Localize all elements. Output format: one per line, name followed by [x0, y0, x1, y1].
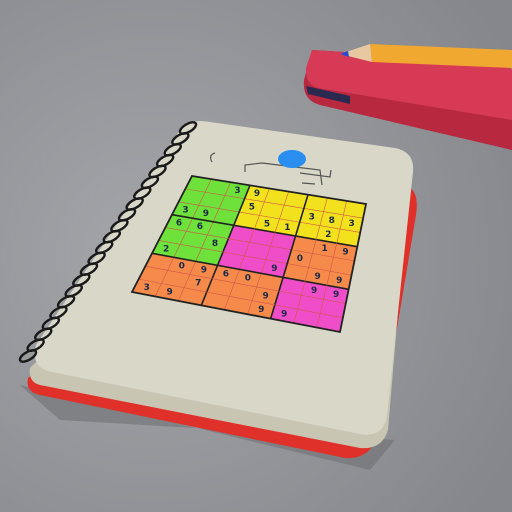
sudoku-digit: 6	[223, 270, 229, 280]
sudoku-digit: 8	[212, 239, 218, 249]
sudoku-digit: 1	[322, 244, 328, 254]
sudoku-digit: 9	[254, 189, 260, 199]
sudoku-digit: 9	[167, 288, 173, 298]
sudoku-digit: 9	[201, 265, 207, 275]
doodle-blue-head	[278, 150, 306, 168]
sudoku-digit: 9	[203, 209, 209, 219]
notebook-scene: 3 958 333 95 126 61 980299 90 9 6 09 9793 99 9	[0, 0, 512, 512]
sudoku-digit: 3	[309, 213, 315, 223]
sudoku-digit: 5	[264, 219, 270, 229]
sudoku-digit: 9	[333, 290, 339, 300]
sudoku-digit: 5	[249, 203, 255, 213]
sudoku-digit: 9	[281, 309, 287, 319]
sudoku-digit: 3	[182, 205, 188, 215]
sudoku-digit: 3	[234, 186, 240, 196]
sudoku-digit: 9	[336, 276, 342, 286]
sudoku-digit: 9	[342, 247, 348, 257]
sudoku-digit: 9	[311, 286, 317, 296]
sudoku-digit: 6	[197, 222, 203, 232]
sudoku-digit: 2	[325, 230, 331, 240]
sudoku-digit: 9	[258, 305, 264, 315]
sudoku-digit: 9	[271, 264, 277, 274]
sudoku-digit: 6	[176, 218, 182, 228]
sudoku-digit: 8	[329, 216, 335, 226]
sudoku-digit: 7	[195, 279, 201, 289]
sudoku-digit: 3	[349, 219, 355, 229]
sudoku-digit: 3	[144, 283, 150, 293]
sudoku-digit: 0	[297, 254, 303, 264]
sudoku-digit: 0	[179, 261, 185, 271]
sudoku-digit: 1	[284, 223, 290, 233]
sudoku-digit: 2	[163, 244, 169, 254]
sudoku-digit: 9	[315, 272, 321, 282]
sudoku-digit: 9	[263, 291, 269, 301]
sudoku-digit: 0	[245, 274, 251, 284]
